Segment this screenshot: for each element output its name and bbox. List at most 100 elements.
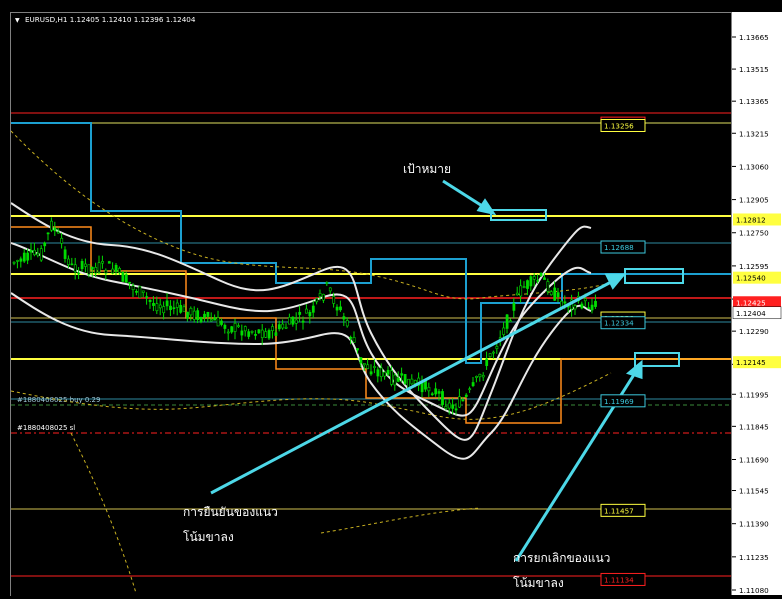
candle-body	[539, 272, 543, 276]
annotation-target: เป้าหมาย	[403, 162, 451, 176]
candle-body	[430, 393, 434, 396]
arrowhead-target	[476, 198, 497, 216]
tick-label: 1.12595	[739, 262, 769, 271]
candle-body	[135, 290, 138, 293]
candle-body	[114, 264, 118, 272]
candle-body	[53, 227, 57, 232]
candle-body	[148, 299, 152, 302]
annotation-confirm-line1: การยืนยันของแนว	[183, 505, 278, 519]
candle-body	[118, 268, 121, 273]
candle-body	[311, 305, 315, 313]
candle-body	[352, 337, 356, 343]
candle-body	[590, 304, 594, 311]
candle-body	[413, 380, 417, 384]
candle-body	[260, 329, 264, 338]
candle-body	[376, 369, 380, 377]
candle-body	[172, 307, 176, 309]
dropdown-triangle-icon[interactable]: ▼	[15, 17, 20, 24]
candle-body	[243, 326, 247, 332]
candle-body	[434, 388, 438, 395]
candle-body	[179, 305, 183, 313]
candle-body	[203, 313, 206, 318]
level-tag-label: 1.11134	[604, 575, 634, 584]
candle-body	[70, 263, 74, 266]
candle-body	[587, 307, 591, 309]
candle-body	[441, 391, 444, 405]
tick-label: 1.11845	[739, 422, 769, 431]
chart-window: ▼ EURUSD,H1 1.12405 1.12410 1.12396 1.12…	[0, 0, 782, 596]
axis-level-tag-label: 1.12425	[736, 298, 766, 307]
target-box-right[interactable]	[624, 268, 684, 284]
price-candles	[12, 217, 597, 415]
candle-body	[529, 276, 533, 287]
candle-body	[12, 261, 16, 264]
annotation-cancel-line2: โน้มขาลง	[513, 576, 564, 590]
candle-body	[522, 286, 526, 288]
candle-body	[519, 285, 523, 297]
tick-label: 1.13060	[739, 162, 769, 171]
candle-body	[145, 296, 149, 298]
candle-body	[165, 300, 169, 307]
candle-body	[301, 320, 305, 323]
axis-level-tag-label: 1.12540	[736, 274, 766, 283]
candle-body	[505, 314, 509, 329]
candle-body	[383, 371, 387, 377]
candle-body	[543, 277, 546, 280]
candle-body	[461, 399, 465, 402]
candle-body	[155, 303, 159, 312]
candle-body	[216, 317, 220, 327]
arrowhead-confirm	[604, 273, 627, 290]
candle-body	[19, 258, 23, 262]
candle-body	[186, 311, 189, 319]
candle-body	[345, 320, 349, 327]
candle-body	[152, 303, 155, 306]
candle-body	[141, 290, 145, 293]
candle-body	[468, 388, 472, 391]
candle-body	[50, 220, 53, 231]
order-sl-label: #1880408025 sl	[17, 424, 75, 432]
candle-body	[94, 267, 98, 274]
candle-body	[563, 301, 567, 304]
candle-body	[332, 296, 336, 304]
candle-body	[481, 375, 485, 378]
candle-body	[294, 319, 298, 324]
candle-body	[553, 287, 557, 301]
candle-body	[356, 348, 359, 351]
candle-body	[437, 391, 441, 394]
chart-plot-area[interactable]: ▼ EURUSD,H1 1.12405 1.12410 1.12396 1.12…	[10, 12, 732, 596]
candle-body	[90, 266, 94, 270]
candle-body	[573, 305, 577, 310]
candle-body	[339, 306, 342, 311]
candle-body	[73, 264, 77, 273]
candle-body	[199, 317, 203, 323]
candle-body	[97, 262, 101, 273]
candle-body	[189, 307, 193, 316]
candle-body	[67, 258, 70, 265]
candle-body	[111, 268, 115, 274]
candle-body	[549, 291, 553, 296]
candle-body	[43, 242, 47, 247]
candle-body	[342, 316, 346, 320]
candle-body	[396, 377, 400, 382]
candle-body	[281, 323, 285, 329]
price-axis[interactable]: 1.13665 1.13515 1.13365 1.13215 1.13060 1.129…	[731, 12, 782, 595]
tick-label: 1.11235	[739, 553, 769, 562]
candle-body	[308, 311, 312, 317]
candle-body	[335, 306, 339, 311]
ma-dotted-bottom	[320, 507, 482, 534]
price-axis-canvas: 1.13665 1.13515 1.13365 1.13215 1.13060 1.129…	[732, 33, 782, 595]
level-tag-label: 1.13256	[604, 121, 634, 130]
candle-body	[400, 373, 404, 376]
candle-body	[80, 261, 84, 270]
candle-body	[223, 324, 227, 329]
current-price-label: 1.12404	[736, 309, 766, 318]
candle-body	[288, 317, 291, 325]
candle-body	[230, 326, 234, 333]
candle-body	[291, 316, 295, 325]
level-tag-label: 1.12334	[604, 319, 634, 328]
candle-body	[526, 280, 529, 289]
candle-body	[478, 373, 482, 378]
candle-body	[196, 310, 200, 321]
candle-body	[495, 346, 499, 349]
axis-level-tag-label: 1.12145	[736, 358, 766, 367]
